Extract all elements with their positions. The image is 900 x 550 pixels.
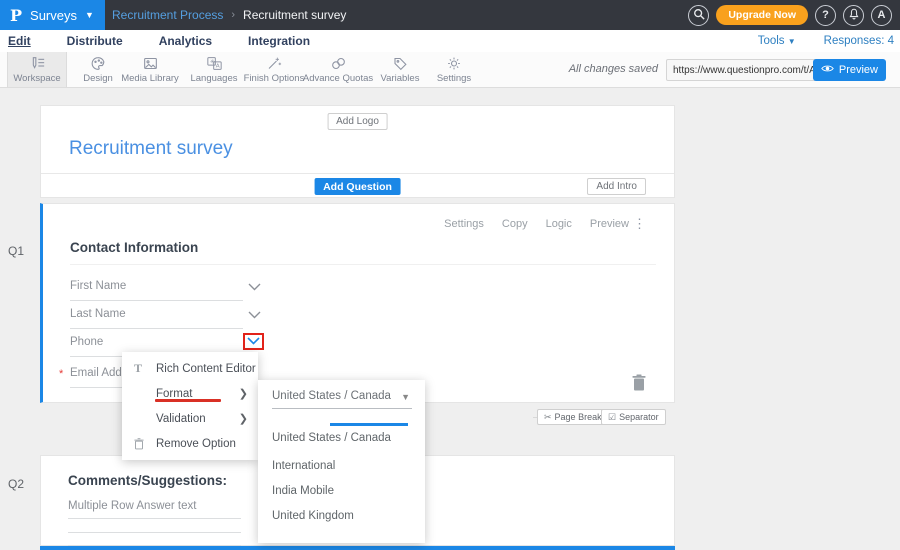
divider [70,264,656,265]
save-status: All changes saved [569,63,658,75]
design-icon [90,56,106,71]
survey-url-input[interactable] [667,65,816,76]
surveys-menu[interactable]: P Surveys ▼ [0,0,105,30]
tab-bar: Edit Distribute Analytics Integration To… [0,30,900,52]
toolbar-item-finish-options[interactable]: Finish Options [243,52,305,87]
multirow-answer-placeholder[interactable]: Multiple Row Answer text [68,500,196,512]
survey-toolbar: Workspace Design Media Library ✳A Langua… [0,52,900,88]
languages-icon: ✳A [206,56,223,71]
delete-question-icon[interactable] [632,374,646,396]
highlight-red-box [243,333,264,350]
field-dropdown-last-name[interactable] [248,311,261,319]
toolbar-item-settings[interactable]: Settings [428,52,480,87]
toolbar-item-workspace[interactable]: Workspace [7,52,67,87]
survey-header-card: Add Logo Recruitment survey Add Question… [40,105,675,198]
media-library-icon [142,56,159,71]
submenu-arrow-icon: ❯ [239,412,248,425]
help-button[interactable]: ? [815,5,836,26]
caret-down-icon: ▼ [788,37,796,46]
question-number-q2: Q2 [8,477,24,491]
format-option-international[interactable]: International [272,460,335,472]
focus-indicator [330,423,408,426]
format-submenu: United States / Canada ▼ United States /… [258,380,425,543]
variables-icon [392,56,408,71]
eye-icon [821,64,834,76]
svg-text:✳: ✳ [209,58,214,65]
toolbar-item-advance-quotas[interactable]: Advance Quotas [303,52,373,87]
separator-button[interactable]: ☑ Separator [601,409,666,425]
breadcrumb-parent[interactable]: Recruitment Process [112,8,223,22]
finish-options-icon [266,56,282,71]
format-option-us-canada[interactable]: United States / Canada [272,432,391,444]
next-question-border [40,546,675,550]
tab-edit[interactable]: Edit [8,34,31,48]
workspace-icon [29,56,46,71]
field-underline [70,300,243,301]
avatar[interactable]: A [871,5,892,26]
question-settings-link[interactable]: Settings [444,218,484,230]
answer-underline [68,518,241,519]
question-preview-link[interactable]: Preview [590,218,629,230]
field-underline [70,328,243,329]
toolbar-item-languages[interactable]: ✳A Languages [186,52,242,87]
field-label-phone[interactable]: Phone [70,336,103,348]
surveys-menu-label: Surveys [30,8,77,23]
field-label-last-name[interactable]: Last Name [70,308,126,320]
menu-item-format[interactable]: Format ❯ [122,381,258,406]
breadcrumb: Recruitment Process › Recruitment survey [112,0,346,30]
menu-item-validation[interactable]: Validation ❯ [122,406,258,431]
format-option-india-mobile[interactable]: India Mobile [272,485,334,497]
advance-quotas-icon [330,56,347,71]
divider [41,173,674,174]
question-copy-link[interactable]: Copy [502,218,528,230]
format-select[interactable]: United States / Canada ▼ [272,390,412,409]
caret-down-icon: ▼ [85,10,94,20]
required-asterisk: * [59,368,63,380]
option-context-menu: T Rich Content Editor Format ❯ Validatio… [122,352,258,460]
question-number-q1: Q1 [8,244,24,258]
field-label-first-name[interactable]: First Name [70,280,126,292]
add-logo-button[interactable]: Add Logo [327,113,388,130]
add-question-button[interactable]: Add Question [314,178,401,195]
menu-item-rich-content-editor[interactable]: T Rich Content Editor [122,356,258,381]
page-break-button[interactable]: ✂ Page Break [537,409,609,425]
add-intro-button[interactable]: Add Intro [587,178,646,195]
breadcrumb-current: Recruitment survey [243,8,346,22]
settings-icon [446,56,462,71]
search-button[interactable] [688,5,709,26]
separator-icon: ☑ [608,412,616,423]
question-title-q2[interactable]: Comments/Suggestions: [68,473,227,488]
responses-link[interactable]: Responses: 4 [824,35,894,47]
tab-distribute[interactable]: Distribute [67,34,123,48]
format-highlight-underline [155,399,221,402]
scissors-icon: ✂ [544,412,552,423]
format-option-united-kingdom[interactable]: United Kingdom [272,510,354,522]
top-bar: P Surveys ▼ Recruitment Process › Recrui… [0,0,900,30]
trash-icon [134,438,156,450]
toolbar-item-media-library[interactable]: Media Library [117,52,183,87]
breadcrumb-separator: › [231,9,235,21]
survey-url-box: ✎ [666,59,830,81]
survey-title[interactable]: Recruitment survey [69,138,233,160]
svg-text:A: A [215,63,219,69]
caret-down-icon: ▼ [401,392,410,402]
menu-item-remove-option[interactable]: Remove Option [122,431,258,456]
question-title-q1[interactable]: Contact Information [70,240,198,255]
notifications-button[interactable] [843,5,864,26]
rich-text-icon: T [134,361,156,376]
upgrade-now-button[interactable]: Upgrade Now [716,5,808,25]
search-icon [693,8,705,23]
field-dropdown-first-name[interactable] [248,283,261,291]
questionpro-logo: P [10,6,22,25]
question-menu-icon[interactable]: ⋮ [633,216,646,232]
bell-icon [848,8,860,23]
question-logic-link[interactable]: Logic [546,218,572,230]
tab-integration[interactable]: Integration [248,34,310,48]
tools-menu[interactable]: Tools ▼ [758,35,796,47]
toolbar-item-variables[interactable]: Variables [373,52,427,87]
submenu-arrow-icon: ❯ [239,387,248,400]
answer-underline [68,532,241,533]
preview-button[interactable]: Preview [813,59,886,81]
tab-analytics[interactable]: Analytics [159,34,212,48]
